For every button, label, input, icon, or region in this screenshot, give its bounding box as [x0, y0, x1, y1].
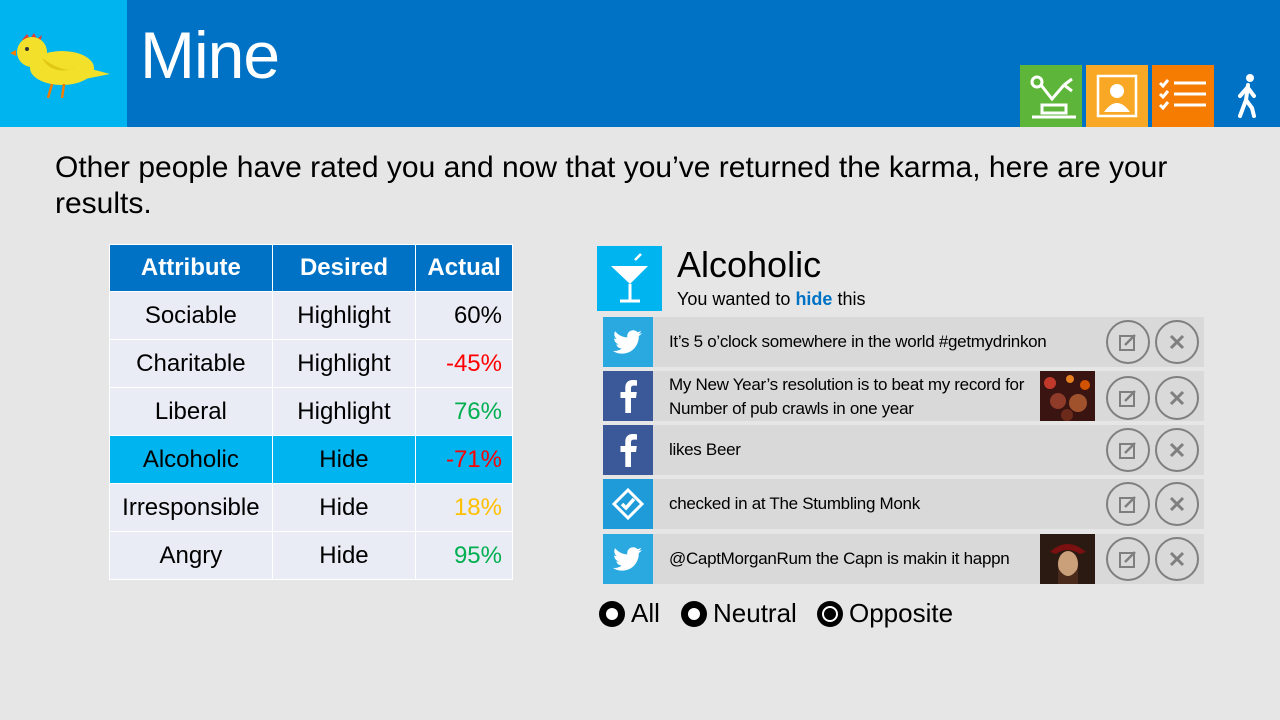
foursquare-icon [603, 479, 653, 529]
facebook-icon [603, 371, 653, 421]
filter-label: Neutral [713, 598, 797, 628]
cell-actual: -71% [415, 435, 513, 484]
cell-desired: Hide [271, 435, 417, 484]
intro-text: Other people have rated you and now that… [55, 151, 1168, 220]
close-icon [1169, 334, 1185, 350]
feed-item: checked in at The Stumbling Monk [603, 479, 1204, 529]
table-row-selected[interactable]: Alcoholic Hide -71% [109, 435, 513, 484]
cell-desired: Hide [271, 483, 417, 532]
edit-button[interactable] [1106, 428, 1150, 472]
filter-label: All [631, 598, 660, 628]
checklist-tile[interactable] [1152, 65, 1214, 127]
radio-unselected-icon [681, 600, 707, 627]
cell-actual: 18% [415, 483, 513, 532]
bird-logo-icon [0, 0, 127, 127]
cocktail-icon [597, 246, 662, 311]
attribute-table: Attribute Desired Actual Sociable Highli… [109, 244, 513, 580]
cell-desired: Highlight [271, 387, 417, 436]
edit-button[interactable] [1106, 482, 1150, 526]
header-desired: Desired [271, 244, 417, 292]
remove-button[interactable] [1155, 482, 1199, 526]
checklist-icon [1158, 79, 1206, 111]
feed-item: It’s 5 o’clock somewhere in the world #g… [603, 317, 1204, 367]
table-row[interactable]: Liberal Highlight 76% [109, 387, 513, 436]
cell-desired: Hide [271, 531, 417, 580]
feed-item: likes Beer [603, 425, 1204, 475]
filter-neutral-radio[interactable]: Neutral [681, 598, 797, 629]
header-actual: Actual [415, 244, 513, 292]
table-row[interactable]: Angry Hide 95% [109, 531, 513, 580]
edit-icon [1119, 334, 1136, 351]
filter-opposite-radio[interactable]: Opposite [817, 598, 953, 629]
remove-button[interactable] [1155, 320, 1199, 364]
close-icon [1169, 496, 1185, 512]
subtitle-pre: You wanted to [677, 289, 796, 309]
cell-attribute: Sociable [109, 291, 273, 340]
cell-attribute: Irresponsible [109, 483, 273, 532]
subtitle-post: this [832, 289, 866, 309]
table-row[interactable]: Irresponsible Hide 18% [109, 483, 513, 532]
post-text: My New Year’s resolution is to beat my r… [669, 375, 1025, 418]
person-icon [1096, 74, 1138, 118]
robot-arm-icon [1030, 75, 1076, 119]
cell-actual: 76% [415, 387, 513, 436]
filter-label: Opposite [849, 598, 954, 628]
edit-icon [1119, 390, 1136, 407]
detail-title: Alcoholic [677, 244, 822, 285]
edit-button[interactable] [1106, 320, 1150, 364]
walking-person-icon[interactable] [1232, 72, 1264, 120]
facebook-icon [603, 425, 653, 475]
remove-button[interactable] [1155, 376, 1199, 420]
close-icon [1169, 442, 1185, 458]
cell-desired: Highlight [271, 291, 417, 340]
cell-desired: Highlight [271, 339, 417, 388]
edit-icon [1119, 442, 1136, 459]
edit-button[interactable] [1106, 537, 1150, 581]
subtitle-highlight: hide [795, 289, 833, 309]
table-row[interactable]: Sociable Highlight 60% [109, 291, 513, 340]
robot-arm-tile[interactable] [1020, 65, 1082, 127]
cell-actual: 60% [415, 291, 513, 340]
edit-button[interactable] [1106, 376, 1150, 420]
cell-attribute: Alcoholic [109, 435, 273, 484]
post-text: @CaptMorganRum the Capn is makin it happ… [669, 549, 1010, 568]
feed-item: @CaptMorganRum the Capn is makin it happ… [603, 534, 1204, 584]
post-text: It’s 5 o’clock somewhere in the world #g… [669, 332, 1047, 351]
table-row[interactable]: Charitable Highlight -45% [109, 339, 513, 388]
filter-all-radio[interactable]: All [599, 598, 660, 629]
header-attribute: Attribute [109, 244, 273, 292]
cell-attribute: Liberal [109, 387, 273, 436]
remove-button[interactable] [1155, 428, 1199, 472]
twitter-icon [603, 534, 653, 584]
photo-thumbnail[interactable] [1040, 371, 1095, 421]
twitter-icon [603, 317, 653, 367]
cell-actual: -45% [415, 339, 513, 388]
radio-unselected-icon [599, 600, 625, 627]
remove-button[interactable] [1155, 537, 1199, 581]
cell-attribute: Angry [109, 531, 273, 580]
close-icon [1169, 390, 1185, 406]
cell-attribute: Charitable [109, 339, 273, 388]
app-title: Mine [140, 18, 280, 92]
edit-icon [1119, 551, 1136, 568]
feed-item: My New Year’s resolution is to beat my r… [603, 371, 1204, 421]
post-text: likes Beer [669, 440, 741, 459]
detail-subtitle: You wanted to hide this [677, 289, 865, 310]
profile-tile[interactable] [1086, 65, 1148, 127]
cell-actual: 95% [415, 531, 513, 580]
edit-icon [1119, 496, 1136, 513]
post-text: checked in at The Stumbling Monk [669, 494, 920, 513]
photo-thumbnail[interactable] [1040, 534, 1095, 584]
radio-selected-icon [817, 600, 843, 627]
close-icon [1169, 551, 1185, 567]
